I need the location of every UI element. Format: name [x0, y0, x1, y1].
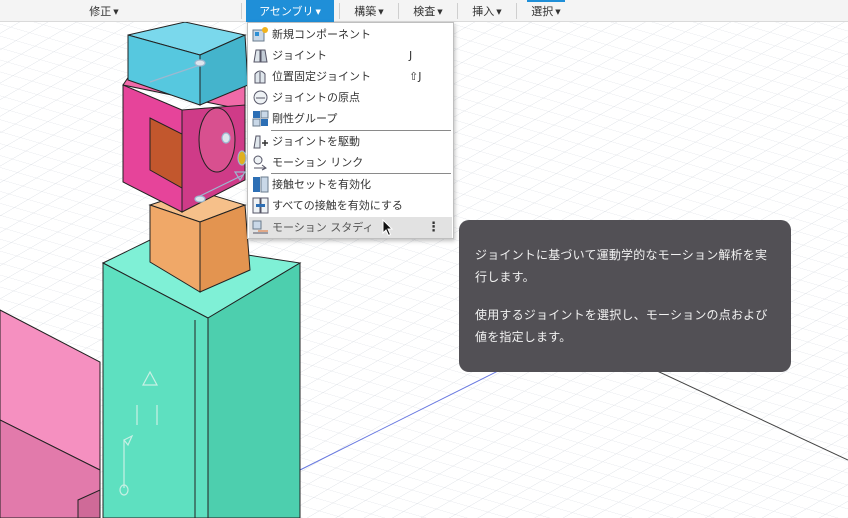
menu-item-label: モーション リンク: [272, 156, 364, 169]
insert-menu[interactable]: 挿入 ▼: [463, 0, 511, 22]
insert-caret-icon: ▼: [496, 8, 502, 16]
menu-item-enable-contact-sets[interactable]: 接触セットを有効化: [249, 174, 452, 195]
assemble-menu[interactable]: アセンブリ ▼: [246, 0, 334, 22]
motion-study-tooltip: ジョイントに基づいて運動学的なモーション解析を実行します。 使用するジョイントを…: [459, 220, 791, 372]
menu-item-label: ジョイントを駆動: [272, 135, 360, 148]
toolbar-divider: [398, 3, 399, 19]
menu-item-motion-study[interactable]: モーション スタディ ⋮: [249, 217, 452, 238]
mouse-cursor-icon: [382, 219, 394, 237]
menu-item-label: モーション スタディ: [272, 221, 374, 234]
menu-item-label: ジョイント: [272, 49, 327, 62]
menu-item-label: 新規コンポーネント: [272, 28, 371, 41]
select-caret-icon: ▼: [555, 8, 561, 16]
top-toolbar: 修正 ▼ アセンブリ ▼ 構築 ▼ 検査 ▼ 挿入 ▼ 選択 ▼: [0, 0, 848, 22]
tooltip-instructions: 使用するジョイントを選択し、モーションの点および値を指定します。: [475, 308, 768, 344]
toolbar-divider: [516, 3, 517, 19]
construct-caret-icon: ▼: [378, 8, 384, 16]
select-menu[interactable]: 選択 ▼: [522, 0, 570, 22]
menu-item-motion-link[interactable]: モーション リンク: [249, 152, 452, 173]
modify-menu-label: 修正: [89, 5, 112, 18]
joint-icon: [253, 49, 268, 63]
menu-item-label: 接触セットを有効化: [272, 178, 371, 191]
as-built-joint-icon: [254, 70, 266, 84]
select-menu-label: 選択: [531, 5, 554, 18]
enable-all-contact-icon: [252, 197, 269, 214]
joint-origin-icon: [253, 90, 268, 105]
rigid-group-icon: [252, 110, 269, 127]
fusion-workspace: { "toolbar": { "items": [ {"label": "修正"…: [0, 0, 848, 518]
new-component-icon: [252, 27, 268, 42]
inspect-menu-label: 検査: [413, 5, 436, 18]
insert-menu-label: 挿入: [472, 5, 495, 18]
drive-joints-icon: [253, 135, 268, 149]
menu-item-drive-joints[interactable]: ジョイントを駆動: [249, 131, 452, 152]
assemble-caret-icon: ▼: [315, 8, 321, 16]
motion-study-icon: [252, 220, 268, 234]
toolbar-divider: [457, 3, 458, 19]
menu-item-rigid-group[interactable]: 剛性グループ: [249, 108, 452, 129]
menu-item-joint[interactable]: ジョイント J: [249, 45, 452, 66]
assemble-dropdown: 新規コンポーネント ジョイント J 位置固定ジョイント ⇧J ジョイントの原点 …: [247, 22, 454, 239]
menu-item-label: 剛性グループ: [272, 112, 338, 125]
assemble-menu-label: アセンブリ: [259, 5, 314, 18]
menu-item-as-built-joint[interactable]: 位置固定ジョイント ⇧J: [249, 66, 452, 87]
menu-item-enable-all-contact[interactable]: すべての接触を有効にする: [249, 195, 452, 216]
menu-item-joint-origin[interactable]: ジョイントの原点: [249, 87, 452, 108]
construct-menu-label: 構築: [354, 5, 377, 18]
menu-item-label: ジョイントの原点: [272, 91, 360, 104]
construct-menu[interactable]: 構築 ▼: [345, 0, 393, 22]
motion-link-icon: [253, 155, 267, 171]
toolbar-divider: [241, 3, 242, 19]
inspect-menu[interactable]: 検査 ▼: [404, 0, 452, 22]
menu-item-shortcut: J: [409, 49, 413, 62]
menu-item-label: すべての接触を有効にする: [272, 199, 403, 212]
toolbar-divider: [339, 3, 340, 19]
enable-contact-sets-icon: [253, 176, 269, 193]
modify-caret-icon: ▼: [113, 8, 119, 16]
modify-menu[interactable]: 修正 ▼: [80, 0, 128, 22]
tooltip-description: ジョイントに基づいて運動学的なモーション解析を実行します。: [475, 248, 768, 284]
more-options-icon[interactable]: ⋮: [427, 217, 440, 238]
menu-item-shortcut: ⇧J: [409, 70, 422, 83]
inspect-caret-icon: ▼: [437, 8, 443, 16]
menu-item-new-component[interactable]: 新規コンポーネント: [249, 24, 452, 45]
menu-item-label: 位置固定ジョイント: [272, 70, 371, 83]
